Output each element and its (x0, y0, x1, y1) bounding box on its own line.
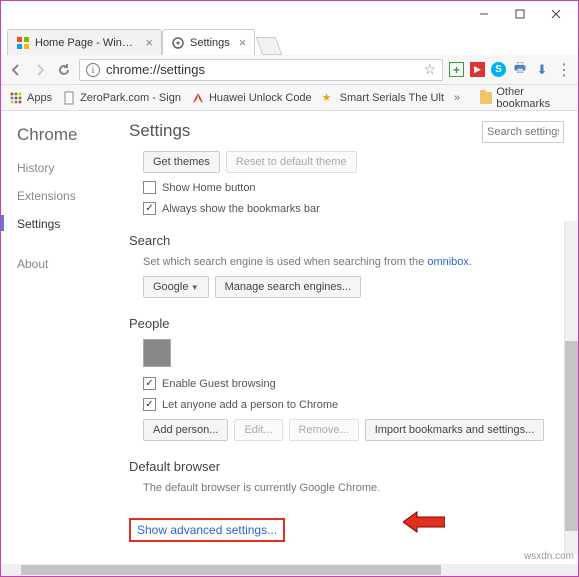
bookmark-label: ZeroPark.com - Sign (80, 92, 181, 104)
checkbox-label: Let anyone add a person to Chrome (162, 399, 338, 411)
tab-strip: Home Page - Windows T × Settings × (1, 27, 578, 55)
nav-extensions[interactable]: Extensions (17, 189, 113, 203)
apps-icon (9, 91, 23, 105)
section-default-browser: Default browser The default browser is c… (129, 459, 564, 494)
huawei-icon (191, 91, 205, 105)
folder-icon (480, 92, 492, 104)
bookmark-item[interactable]: Huawei Unlock Code (191, 91, 312, 105)
settings-content: Settings Get themes Reset to default the… (113, 111, 578, 566)
default-browser-desc: The default browser is currently Google … (143, 482, 564, 494)
bookmark-overflow[interactable]: » (454, 92, 460, 104)
tab-homepage[interactable]: Home Page - Windows T × (7, 29, 162, 55)
nav-settings[interactable]: Settings (17, 217, 113, 231)
anyone-add-checkbox-row[interactable]: Let anyone add a person to Chrome (143, 398, 564, 411)
ext-video-icon[interactable]: ▶ (470, 62, 485, 77)
reload-button[interactable] (55, 61, 73, 79)
minimize-button[interactable] (466, 2, 502, 26)
other-bookmarks[interactable]: Other bookmarks (480, 86, 570, 110)
search-settings-input[interactable] (482, 121, 564, 143)
bookmark-star-icon[interactable]: ☆ (423, 61, 436, 78)
section-people: People Enable Guest browsing Let anyone … (129, 316, 564, 441)
new-tab-button[interactable] (256, 37, 283, 55)
tab-settings[interactable]: Settings × (162, 29, 255, 55)
apps-label: Apps (27, 92, 52, 104)
settings-page: Chrome History Extensions Settings About… (1, 111, 578, 566)
tab-label: Settings (190, 37, 230, 49)
section-description: Set which search engine is used when sea… (143, 256, 564, 268)
section-title: People (129, 316, 564, 331)
windows-icon (16, 36, 30, 50)
show-home-checkbox-row[interactable]: Show Home button (143, 181, 564, 194)
reset-theme-button: Reset to default theme (226, 151, 357, 173)
get-themes-button[interactable]: Get themes (143, 151, 220, 173)
bookmarks-bar: Apps ZeroPark.com - Sign Huawei Unlock C… (1, 85, 578, 111)
bookmark-label: Smart Serials The Ult (340, 92, 444, 104)
nav-about[interactable]: About (17, 257, 113, 271)
profile-row[interactable] (143, 339, 564, 367)
url-input[interactable] (106, 62, 417, 77)
checkbox-icon[interactable] (143, 398, 156, 411)
edit-person-button: Edit... (234, 419, 282, 441)
watermark: wsxdn.com (524, 551, 574, 562)
checkbox-label: Always show the bookmarks bar (162, 203, 320, 215)
page-title: Settings (129, 121, 190, 141)
remove-person-button: Remove... (289, 419, 359, 441)
maximize-button[interactable] (502, 2, 538, 26)
back-button[interactable] (7, 61, 25, 79)
bookmark-item[interactable]: ZeroPark.com - Sign (62, 91, 181, 105)
close-tab-icon[interactable]: × (239, 35, 247, 50)
star-icon: ★ (322, 91, 336, 105)
settings-sidebar: Chrome History Extensions Settings About (1, 111, 113, 566)
omnibox-link[interactable]: omnibox (427, 256, 469, 268)
section-title: Search (129, 233, 564, 248)
page-icon (62, 91, 76, 105)
apps-shortcut[interactable]: Apps (9, 91, 52, 105)
vertical-scrollbar[interactable] (564, 221, 578, 554)
close-button[interactable] (538, 2, 574, 26)
checkbox-icon[interactable] (143, 202, 156, 215)
manage-engines-button[interactable]: Manage search engines... (215, 276, 362, 298)
window-titlebar (1, 1, 578, 27)
show-bookmarks-checkbox-row[interactable]: Always show the bookmarks bar (143, 202, 564, 215)
forward-button[interactable] (31, 61, 49, 79)
scrollbar-thumb[interactable] (565, 341, 578, 531)
site-info-icon[interactable]: i (86, 63, 100, 77)
bookmark-item[interactable]: ★ Smart Serials The Ult (322, 91, 444, 105)
ext-skype-icon[interactable]: S (491, 62, 506, 77)
section-search: Search Set which search engine is used w… (129, 233, 564, 298)
section-title: Default browser (129, 459, 564, 474)
gear-icon (171, 36, 185, 50)
close-tab-icon[interactable]: × (145, 35, 153, 50)
address-bar[interactable]: i ☆ (79, 59, 443, 81)
main-menu-icon[interactable]: ⋮ (556, 60, 572, 80)
checkbox-label: Enable Guest browsing (162, 378, 276, 390)
horizontal-scrollbar[interactable] (1, 564, 578, 576)
avatar (143, 339, 171, 367)
checkbox-label: Show Home button (162, 182, 256, 194)
bookmark-label: Huawei Unlock Code (209, 92, 312, 104)
ext-download-icon[interactable]: ⬇ (534, 62, 550, 78)
ext-printer-icon[interactable]: 🖶 (512, 62, 528, 78)
show-advanced-link[interactable]: Show advanced settings... (129, 518, 285, 542)
scrollbar-thumb[interactable] (21, 565, 441, 575)
section-appearance: Get themes Reset to default theme Show H… (129, 151, 564, 215)
toolbar: i ☆ + ▶ S 🖶 ⬇ ⋮ (1, 55, 578, 85)
import-bookmarks-button[interactable]: Import bookmarks and settings... (365, 419, 545, 441)
add-person-button[interactable]: Add person... (143, 419, 228, 441)
brand-label: Chrome (17, 125, 113, 145)
guest-browsing-checkbox-row[interactable]: Enable Guest browsing (143, 377, 564, 390)
ext-plus-icon[interactable]: + (449, 62, 464, 77)
tab-label: Home Page - Windows T (35, 37, 136, 49)
annotation-arrow-icon (403, 510, 445, 534)
nav-history[interactable]: History (17, 161, 113, 175)
checkbox-icon[interactable] (143, 377, 156, 390)
search-engine-dropdown[interactable]: Google (143, 276, 209, 298)
other-bookmarks-label: Other bookmarks (496, 86, 570, 110)
checkbox-icon[interactable] (143, 181, 156, 194)
